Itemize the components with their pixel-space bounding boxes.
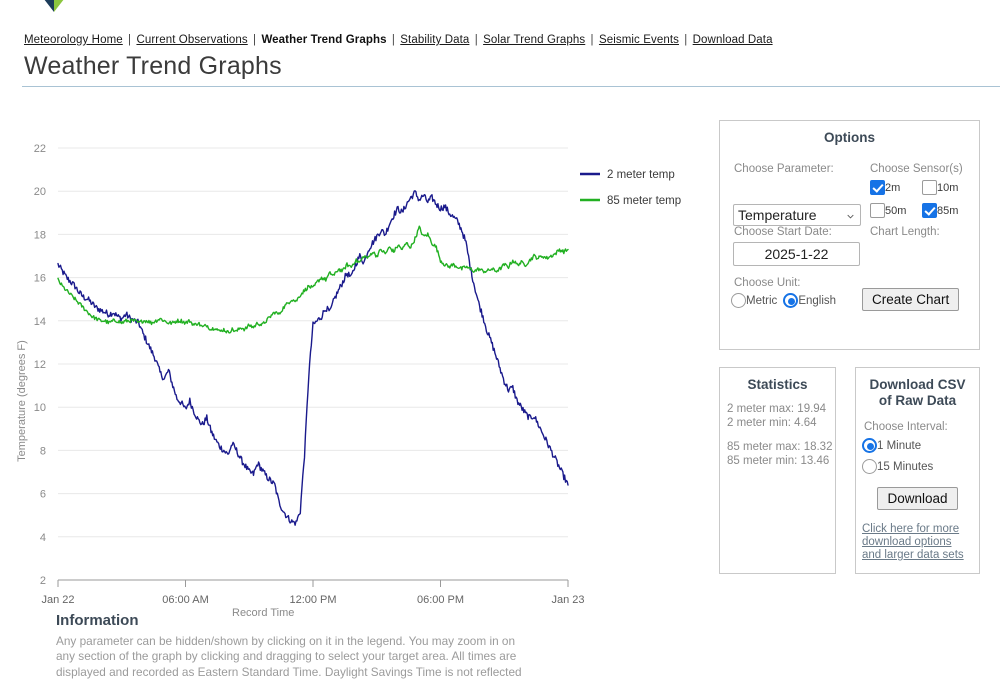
download-button[interactable]: Download bbox=[877, 487, 958, 510]
interval-option-label: 15 Minutes bbox=[877, 460, 934, 473]
breadcrumb-link-solar-trend-graphs[interactable]: Solar Trend Graphs bbox=[483, 34, 585, 46]
sensor-checkbox-group: 2m 10m 50m 85m bbox=[870, 179, 974, 225]
chart-legend-label: 2 meter temp bbox=[607, 169, 675, 181]
breadcrumb-link-current-observations[interactable]: Current Observations bbox=[136, 34, 247, 46]
breadcrumb-link-weather-trend-graphs: Weather Trend Graphs bbox=[261, 34, 387, 46]
sensor-option-label: 50m bbox=[885, 204, 907, 217]
chart-y-tick-label: 2 bbox=[40, 575, 46, 587]
chart-x-tick-label: 06:00 PM bbox=[417, 594, 464, 606]
radio-selected-icon[interactable] bbox=[783, 293, 799, 309]
sensor-option-2m[interactable]: 2m bbox=[870, 179, 922, 197]
chart-y-tick-label: 6 bbox=[40, 489, 46, 501]
breadcrumb-link-stability-data[interactable]: Stability Data bbox=[400, 34, 469, 46]
more-download-options-link[interactable]: Click here for more download options and… bbox=[856, 523, 979, 562]
statistics-panel: Statistics 2 meter max: 19.94 2 meter min… bbox=[719, 367, 836, 574]
statistics-line: 85 meter min: 13.46 bbox=[727, 455, 830, 467]
breadcrumb-link-download-data[interactable]: Download Data bbox=[693, 34, 773, 46]
create-chart-button[interactable]: Create Chart bbox=[862, 288, 960, 311]
information-section: Information Any parameter can be hidden/… bbox=[56, 612, 526, 680]
parameter-label: Choose Parameter: bbox=[734, 163, 834, 175]
title-divider bbox=[22, 86, 1000, 87]
chart-y-tick-label: 12 bbox=[34, 359, 46, 371]
unit-option-metric[interactable]: Metric bbox=[731, 292, 777, 309]
breadcrumb: Meteorology Home | Current Observations … bbox=[24, 34, 773, 46]
start-date-label: Choose Start Date: bbox=[734, 226, 832, 238]
statistics-85m: 85 meter max: 18.32 85 meter min: 13.46 bbox=[720, 440, 835, 468]
unit-option-label: Metric bbox=[746, 294, 778, 307]
chart-legend-label: 85 meter temp bbox=[607, 195, 681, 207]
parameter-select[interactable]: Temperature bbox=[733, 204, 861, 226]
statistics-line: 2 meter max: 19.94 bbox=[727, 403, 827, 415]
breadcrumb-separator: | bbox=[249, 34, 260, 46]
chart-legend-item[interactable]: 85 meter temp bbox=[580, 195, 681, 207]
sensor-option-85m[interactable]: 85m bbox=[922, 202, 974, 220]
interval-radio-group: 1 Minute 15 Minutes bbox=[862, 437, 979, 476]
options-panel: Options Choose Parameter: Temperature Ch… bbox=[719, 120, 980, 350]
breadcrumb-link-meteorology-home[interactable]: Meteorology Home bbox=[24, 34, 123, 46]
statistics-panel-title: Statistics bbox=[747, 377, 808, 392]
chart-x-tick-label: 06:00 AM bbox=[162, 594, 208, 606]
radio-selected-icon[interactable] bbox=[862, 438, 877, 454]
chart-series-line[interactable] bbox=[57, 225, 569, 334]
chart-y-tick-label: 22 bbox=[34, 143, 46, 155]
interval-option-label: 1 Minute bbox=[877, 439, 922, 452]
chart-y-axis-label: Temperature (degrees F) bbox=[16, 340, 28, 462]
checkbox-unchecked-icon[interactable] bbox=[870, 203, 885, 219]
unit-option-english[interactable]: English bbox=[783, 292, 836, 309]
radio-unselected-icon[interactable] bbox=[862, 459, 877, 475]
chart-y-tick-label: 10 bbox=[34, 402, 46, 414]
weather-trend-chart[interactable]: 2 4 6 8 10 12 14 16 18 20 22 Jan 22 06:00 AM 12:00 PM… bbox=[0, 110, 710, 620]
information-body: Any parameter can be hidden/shown by cli… bbox=[56, 634, 522, 679]
download-panel: Download CSV of Raw Data Choose Interval… bbox=[855, 367, 980, 574]
sensors-label: Choose Sensor(s) bbox=[870, 163, 963, 175]
chart-y-tick-label: 14 bbox=[34, 316, 46, 328]
start-date-input[interactable] bbox=[733, 242, 860, 266]
page-title: Weather Trend Graphs bbox=[24, 52, 282, 80]
breadcrumb-link-seismic-events[interactable]: Seismic Events bbox=[599, 34, 679, 46]
chart-y-tick-label: 20 bbox=[34, 186, 46, 198]
breadcrumb-separator: | bbox=[388, 34, 399, 46]
chart-x-tick-label: Jan 22 bbox=[41, 594, 74, 606]
unit-radio-group: Metric English bbox=[731, 292, 842, 310]
sensor-option-50m[interactable]: 50m bbox=[870, 202, 922, 220]
checkbox-checked-icon[interactable] bbox=[870, 180, 885, 196]
radio-unselected-icon[interactable] bbox=[731, 293, 746, 309]
statistics-line: 2 meter min: 4.64 bbox=[727, 417, 817, 429]
breadcrumb-separator: | bbox=[680, 34, 691, 46]
statistics-line: 85 meter max: 18.32 bbox=[727, 441, 833, 453]
chart-y-tick-label: 4 bbox=[40, 532, 46, 544]
sensor-option-label: 2m bbox=[885, 181, 901, 194]
interval-option-1-minute[interactable]: 1 Minute bbox=[862, 437, 979, 455]
unit-option-label: English bbox=[798, 294, 837, 307]
breadcrumb-separator: | bbox=[124, 34, 135, 46]
sensor-option-label: 10m bbox=[937, 181, 959, 194]
options-panel-title: Options bbox=[824, 130, 875, 145]
sensor-option-10m[interactable]: 10m bbox=[922, 179, 974, 197]
breadcrumb-separator: | bbox=[471, 34, 482, 46]
sensor-option-label: 85m bbox=[937, 204, 959, 217]
chart-y-tick-label: 16 bbox=[34, 273, 46, 285]
download-panel-title: Download CSV of Raw Data bbox=[869, 377, 966, 408]
statistics-2m: 2 meter max: 19.94 2 meter min: 4.64 bbox=[720, 402, 835, 430]
chart-series-line[interactable] bbox=[57, 190, 569, 526]
chart-legend-item[interactable]: 2 meter temp bbox=[580, 169, 675, 181]
chart-x-tick-label: Jan 23 bbox=[551, 594, 584, 606]
checkbox-unchecked-icon[interactable] bbox=[922, 180, 937, 196]
chart-y-tick-label: 8 bbox=[40, 445, 46, 457]
chart-length-label: Chart Length: bbox=[870, 226, 940, 238]
chart-x-tick-label: 12:00 PM bbox=[289, 594, 336, 606]
unit-label: Choose Unit: bbox=[734, 277, 801, 289]
chart-canvas[interactable]: 2 4 6 8 10 12 14 16 18 20 22 Jan 22 06:00 AM 12:00 PM… bbox=[0, 110, 710, 620]
checkbox-checked-icon[interactable] bbox=[922, 203, 937, 219]
interval-option-15-minutes[interactable]: 15 Minutes bbox=[862, 458, 979, 476]
interval-label: Choose Interval: bbox=[864, 421, 948, 433]
chart-y-tick-label: 18 bbox=[34, 229, 46, 241]
information-title: Information bbox=[56, 612, 139, 629]
organization-logo bbox=[34, 0, 74, 16]
breadcrumb-separator: | bbox=[587, 34, 597, 46]
